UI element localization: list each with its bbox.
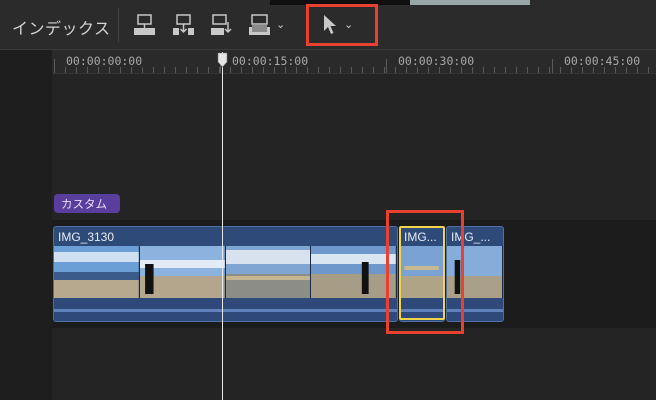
minor-tick bbox=[505, 67, 506, 73]
clip-audio-waveform bbox=[54, 300, 397, 321]
minor-tick bbox=[197, 67, 198, 73]
minor-tick bbox=[351, 67, 352, 73]
timecode-15: 00:00:15:00 bbox=[232, 54, 309, 68]
minor-tick bbox=[252, 67, 253, 73]
minor-tick bbox=[406, 67, 407, 73]
minor-tick bbox=[285, 67, 286, 73]
minor-tick bbox=[626, 67, 627, 73]
connect-clip-icon bbox=[134, 14, 155, 35]
minor-tick bbox=[175, 67, 176, 73]
minor-tick bbox=[395, 67, 396, 73]
minor-tick bbox=[131, 67, 132, 73]
playhead-handle-icon[interactable] bbox=[217, 52, 228, 68]
playhead-line[interactable] bbox=[222, 52, 223, 400]
timecode-45: 00:00:45:00 bbox=[564, 54, 641, 68]
minor-tick bbox=[263, 67, 264, 73]
toolbar-divider bbox=[118, 8, 119, 42]
filmstrip-frame bbox=[225, 246, 312, 298]
clip-filmstrip bbox=[54, 246, 397, 298]
clip-highlight bbox=[386, 210, 464, 334]
minor-tick bbox=[296, 67, 297, 73]
minor-tick bbox=[615, 67, 616, 73]
minor-tick bbox=[98, 67, 99, 73]
minor-tick bbox=[120, 67, 121, 73]
minor-tick bbox=[494, 67, 495, 73]
minor-tick bbox=[153, 67, 154, 73]
minor-tick bbox=[538, 67, 539, 73]
viewer-edge-preview bbox=[410, 0, 530, 5]
minor-tick bbox=[241, 67, 242, 73]
overwrite-clip-button[interactable] bbox=[246, 12, 274, 38]
minor-tick bbox=[450, 67, 451, 73]
edit-options-chevron-down-icon[interactable]: ⌄ bbox=[276, 18, 285, 31]
minor-tick bbox=[604, 67, 605, 73]
insert-clip-icon bbox=[173, 14, 194, 35]
minor-tick bbox=[516, 67, 517, 73]
minor-tick bbox=[340, 67, 341, 73]
role-tag[interactable]: カスタム bbox=[54, 194, 120, 213]
minor-tick bbox=[582, 67, 583, 73]
minor-tick bbox=[648, 67, 649, 73]
minor-tick bbox=[329, 67, 330, 73]
minor-tick bbox=[439, 67, 440, 73]
minor-tick bbox=[417, 67, 418, 73]
filmstrip-frame bbox=[54, 246, 140, 298]
minor-tick bbox=[318, 67, 319, 73]
connect-clip-button[interactable] bbox=[131, 12, 159, 38]
minor-tick bbox=[142, 67, 143, 73]
minor-tick bbox=[274, 67, 275, 73]
minor-tick bbox=[208, 67, 209, 73]
minor-tick bbox=[461, 67, 462, 73]
minor-tick bbox=[527, 67, 528, 73]
minor-tick bbox=[483, 67, 484, 73]
minor-tick bbox=[637, 67, 638, 73]
minor-tick bbox=[230, 67, 231, 73]
major-tick bbox=[552, 59, 553, 73]
minor-tick bbox=[384, 67, 385, 73]
insert-clip-button[interactable] bbox=[170, 12, 198, 38]
major-tick bbox=[386, 59, 387, 73]
timecode-ruler[interactable]: 00:00:00:00 00:00:15:00 00:00:30:00 00:0… bbox=[52, 50, 656, 74]
timeline-toolbar: インデックス ⌄ ⌄ bbox=[0, 0, 656, 50]
minor-tick bbox=[549, 67, 550, 73]
timecode-0: 00:00:00:00 bbox=[66, 54, 143, 68]
minor-tick bbox=[428, 67, 429, 73]
minor-tick bbox=[593, 67, 594, 73]
minor-tick bbox=[164, 67, 165, 73]
minor-tick bbox=[109, 67, 110, 73]
minor-tick bbox=[65, 67, 66, 73]
clip-name: IMG_3130 bbox=[58, 230, 115, 244]
filmstrip-frame bbox=[139, 246, 226, 298]
filmstrip-frame bbox=[311, 246, 397, 298]
tool-menu-highlight bbox=[306, 4, 378, 46]
video-clip-img-3130[interactable]: IMG_3130 bbox=[53, 226, 398, 322]
minor-tick bbox=[87, 67, 88, 73]
minor-tick bbox=[76, 67, 77, 73]
minor-tick bbox=[362, 67, 363, 73]
timecode-30: 00:00:30:00 bbox=[398, 54, 475, 68]
minor-tick bbox=[54, 67, 55, 73]
append-clip-icon bbox=[211, 14, 232, 35]
minor-tick bbox=[307, 67, 308, 73]
append-clip-button[interactable] bbox=[208, 12, 236, 38]
index-button[interactable]: インデックス bbox=[12, 15, 111, 39]
minor-tick bbox=[373, 67, 374, 73]
minor-tick bbox=[472, 67, 473, 73]
timeline-left-gutter bbox=[0, 50, 52, 400]
minor-tick bbox=[571, 67, 572, 73]
minor-tick bbox=[186, 67, 187, 73]
overwrite-clip-icon bbox=[249, 14, 270, 35]
minor-tick bbox=[560, 67, 561, 73]
